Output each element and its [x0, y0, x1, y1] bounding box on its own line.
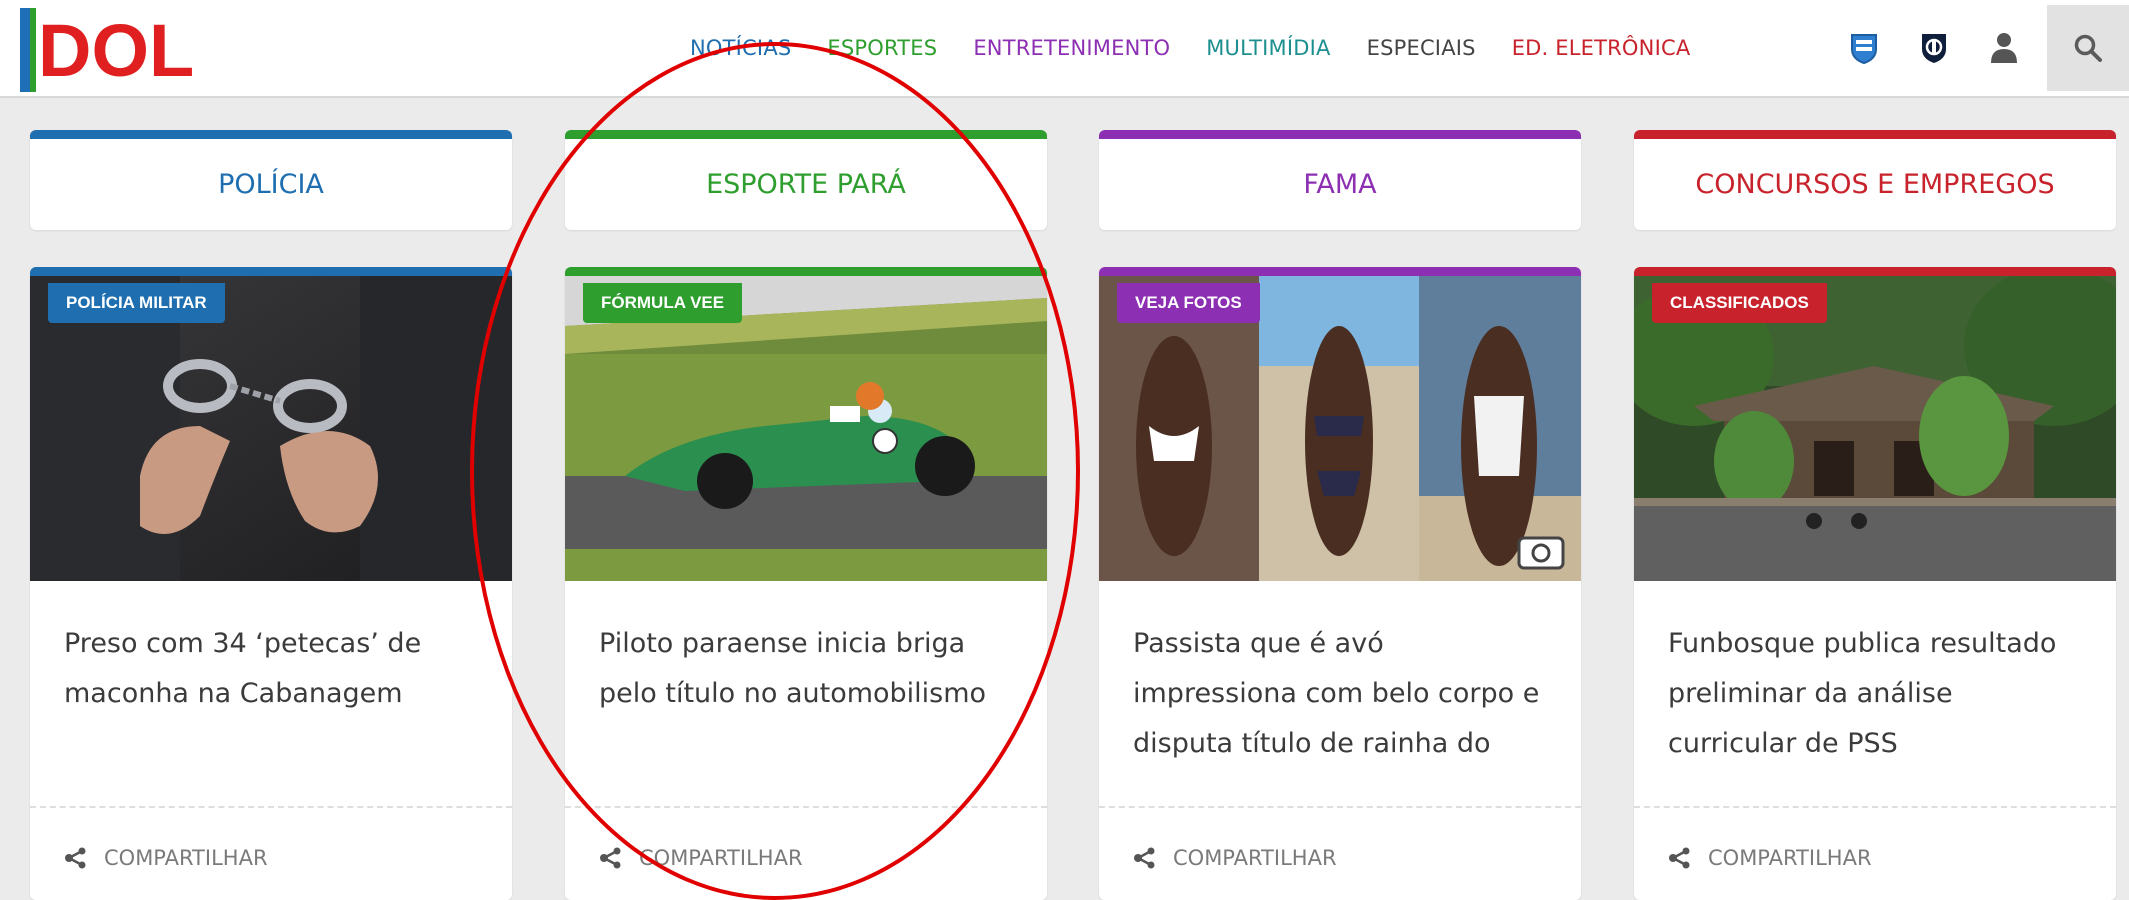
nav-multimidia[interactable]: MULTIMÍDIA [1206, 36, 1330, 60]
share-button[interactable]: COMPARTILHAR [599, 846, 803, 870]
nav-noticias[interactable]: NOTÍCIAS [690, 36, 791, 60]
share-icon [1134, 847, 1155, 869]
site-header: DOL NOTÍCIAS ESPORTES ENTRETENIMENTO MUL… [0, 0, 2129, 98]
section-tab-label: FAMA [1303, 169, 1377, 200]
card-divider [565, 806, 1047, 808]
card-image-handcuffs[interactable]: POLÍCIA MILITAR [30, 276, 512, 581]
card-divider [1099, 806, 1581, 808]
category-badge[interactable]: CLASSIFICADOS [1652, 283, 1827, 323]
category-badge[interactable]: VEJA FOTOS [1117, 283, 1260, 323]
card-headline[interactable]: Preso com 34 ‘petecas’ de maconha na Cab… [64, 619, 484, 719]
logo-text: DOL [38, 9, 194, 92]
news-card-fama: VEJA FOTOS Passista que é avó impression… [1099, 267, 1581, 900]
nav-ed-eletronica[interactable]: ED. ELETRÔNICA [1512, 36, 1691, 60]
category-badge[interactable]: FÓRMULA VEE [583, 283, 743, 323]
share-button[interactable]: COMPARTILHAR [1668, 846, 1872, 870]
section-tab-esporte-para[interactable]: ESPORTE PARÁ [565, 130, 1047, 230]
nav-entretenimento[interactable]: ENTRETENIMENTO [973, 36, 1170, 60]
user-icon[interactable] [1986, 30, 2022, 66]
section-tab-label: POLÍCIA [218, 169, 324, 200]
news-card-policia: POLÍCIA MILITAR Preso com 34 ‘petecas’ d… [30, 267, 512, 900]
section-tab-concursos-e-empregos[interactable]: CONCURSOS E EMPREGOS [1634, 130, 2116, 230]
share-icon [1669, 847, 1690, 869]
card-divider [1634, 806, 2116, 808]
card-image-funbosque-building[interactable]: CLASSIFICADOS [1634, 276, 2116, 581]
category-badge[interactable]: POLÍCIA MILITAR [48, 283, 225, 323]
search-icon [2074, 34, 2102, 62]
card-headline[interactable]: Piloto paraense inicia briga pelo título… [599, 619, 1019, 719]
nav-esportes[interactable]: ESPORTES [827, 36, 937, 60]
share-label: COMPARTILHAR [104, 846, 268, 870]
card-headline[interactable]: Passista que é avó impressiona com belo … [1133, 619, 1553, 769]
section-tab-policia[interactable]: POLÍCIA [30, 130, 512, 230]
camera-icon [1517, 536, 1565, 570]
section-tab-label: CONCURSOS E EMPREGOS [1695, 169, 2055, 200]
card-divider [30, 806, 512, 808]
share-icon [600, 847, 621, 869]
share-icon [65, 847, 86, 869]
card-headline[interactable]: Funbosque publica resultado preliminar d… [1668, 619, 2088, 769]
share-button[interactable]: COMPARTILHAR [1133, 846, 1337, 870]
section-tab-fama[interactable]: FAMA [1099, 130, 1581, 230]
nav-especiais[interactable]: ESPECIAIS [1367, 36, 1476, 60]
dol-logo[interactable]: DOL [20, 2, 200, 94]
section-tab-label: ESPORTE PARÁ [706, 169, 906, 200]
remo-crest-icon[interactable] [1916, 30, 1952, 66]
paysandu-crest-icon[interactable] [1846, 30, 1882, 66]
share-button[interactable]: COMPARTILHAR [64, 846, 268, 870]
card-image-photo-collage[interactable]: VEJA FOTOS [1099, 276, 1581, 581]
news-card-concursos-e-empregos: CLASSIFICADOS Funbosque publica resultad… [1634, 267, 2116, 900]
header-icons [1846, 0, 2022, 96]
share-label: COMPARTILHAR [639, 846, 803, 870]
main-navigation: NOTÍCIAS ESPORTES ENTRETENIMENTO MULTIMÍ… [690, 0, 1690, 96]
news-card-esporte-para: FÓRMULA VEE Piloto paraense inicia briga… [565, 267, 1047, 900]
search-button[interactable] [2047, 5, 2129, 91]
card-image-race-car[interactable]: FÓRMULA VEE [565, 276, 1047, 581]
share-label: COMPARTILHAR [1708, 846, 1872, 870]
share-label: COMPARTILHAR [1173, 846, 1337, 870]
